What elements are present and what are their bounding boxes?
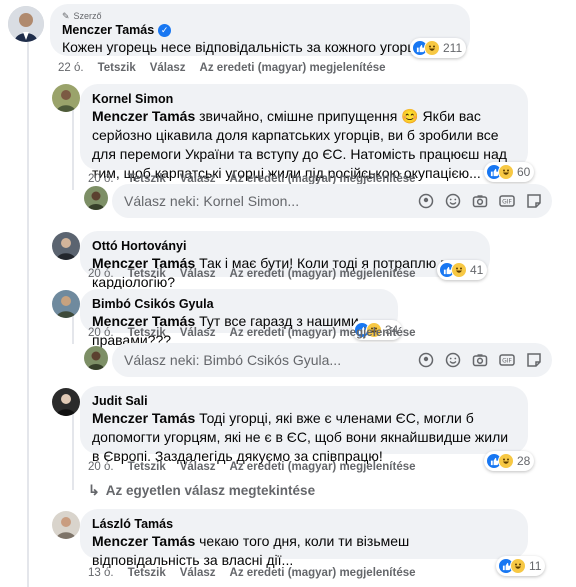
mention-link[interactable]: Menczer Tamás	[92, 108, 195, 124]
reply-author[interactable]: Ottó Hortoványi	[92, 238, 478, 254]
reply-arrow-icon: ↳	[88, 482, 100, 498]
reply-input[interactable]: Válasz neki: Kornel Simon... GIF	[112, 184, 552, 218]
reply-tools: GIF	[418, 352, 542, 368]
show-original-button[interactable]: Az eredeti (magyar) megjelenítése	[200, 62, 386, 74]
show-original-button[interactable]: Az eredeti (magyar) megjelenítése	[230, 461, 416, 473]
reaction-summary[interactable]: 28	[484, 451, 535, 471]
avatar-laszlo[interactable]	[52, 511, 80, 539]
author-pen-icon: ✎	[62, 11, 70, 21]
camera-icon[interactable]	[472, 193, 488, 209]
avatar-judit[interactable]	[52, 388, 80, 416]
thread-line-main	[27, 42, 29, 587]
reply-actions: 20 ó. Tetszik Válasz Az eredeti (magyar)…	[88, 327, 416, 339]
reaction-summary[interactable]: 60	[484, 162, 535, 182]
reply-bubble: Judit Sali Menczer Tamás Тоді угорці, як…	[80, 386, 528, 464]
svg-text:GIF: GIF	[502, 358, 512, 365]
comment-actions-main: 22 ó. Tetszik Válasz Az eredeti (magyar)…	[58, 62, 386, 74]
reaction-count: 28	[517, 454, 531, 468]
reply-button[interactable]: Válasz	[150, 62, 186, 74]
reply-author[interactable]: Bimbó Csikós Gyula	[92, 296, 386, 312]
comment-age[interactable]: 22 ó.	[58, 62, 84, 74]
thread-line-bimbo	[72, 314, 74, 344]
reply-actions: 20 ó. Tetszik Válasz Az eredeti (magyar)…	[88, 461, 416, 473]
like-button[interactable]: Tetszik	[128, 461, 166, 473]
author-tag: Szerző	[73, 11, 102, 21]
emoji-icon[interactable]	[445, 193, 461, 209]
haha-reaction-icon	[498, 164, 514, 180]
thread-line-kornel	[72, 110, 74, 190]
svg-text:GIF: GIF	[502, 199, 512, 206]
reaction-summary[interactable]: 11	[496, 556, 546, 576]
reaction-summary[interactable]: 41	[437, 260, 488, 280]
current-user-avatar	[84, 186, 108, 210]
comment-author[interactable]: Menczer Tamás	[62, 22, 154, 38]
reaction-count: 60	[517, 165, 531, 179]
reaction-count: 211	[443, 41, 463, 55]
reply-input-placeholder: Válasz neki: Kornel Simon...	[124, 193, 300, 209]
haha-reaction-icon	[510, 558, 526, 574]
verified-badge-icon: ✓	[158, 23, 172, 37]
reply-author[interactable]: László Tamás	[92, 516, 516, 532]
show-original-button[interactable]: Az eredeti (magyar) megjelenítése	[230, 567, 416, 579]
like-button[interactable]: Tetszik	[98, 62, 136, 74]
reply-age[interactable]: 13 ó.	[88, 567, 114, 579]
reply-age[interactable]: 20 ó.	[88, 461, 114, 473]
haha-reaction-icon	[451, 262, 467, 278]
haha-reaction-icon	[424, 40, 440, 56]
comment-text: Кожен угорець несе відповідальність за к…	[62, 39, 449, 55]
reply-text: Menczer Tamás звичайно, смішне припущенн…	[92, 107, 516, 183]
reply-age[interactable]: 20 ó.	[88, 268, 114, 280]
reply-button[interactable]: Válasz	[180, 327, 216, 339]
avatar-otto[interactable]	[52, 232, 80, 260]
reply-actions: 20 ó. Tetszik Válasz Az eredeti (magyar)…	[88, 268, 416, 280]
reply-button[interactable]: Válasz	[180, 268, 216, 280]
reply-age[interactable]: 20 ó.	[88, 173, 114, 185]
reply-actions: 13 ó. Tetszik Válasz Az eredeti (magyar)…	[88, 567, 416, 579]
reply-input-placeholder: Válasz neki: Bimbó Csikós Gyula...	[124, 352, 342, 368]
reply-button[interactable]: Válasz	[180, 461, 216, 473]
reply-text: Menczer Tamás Тоді угорці, які вже є чле…	[92, 409, 516, 466]
like-button[interactable]: Tetszik	[128, 567, 166, 579]
thread-line-judit	[72, 410, 74, 490]
view-replies-link[interactable]: ↳ Az egyetlen válasz megtekintése	[88, 482, 315, 499]
avatar-kornel[interactable]	[52, 84, 80, 112]
reaction-summary[interactable]: 211	[410, 38, 467, 58]
reply-button[interactable]: Válasz	[180, 567, 216, 579]
gif-icon[interactable]: GIF	[499, 193, 515, 209]
view-replies-label: Az egyetlen válasz megtekintése	[105, 483, 316, 498]
sticker-icon[interactable]	[526, 352, 542, 368]
show-original-button[interactable]: Az eredeti (magyar) megjelenítése	[230, 327, 416, 339]
avatar-menczer[interactable]	[8, 6, 44, 42]
reply-input[interactable]: Válasz neki: Bimbó Csikós Gyula... GIF	[112, 343, 552, 377]
reply-tools: GIF	[418, 193, 542, 209]
haha-reaction-icon	[498, 453, 514, 469]
camera-icon[interactable]	[472, 352, 488, 368]
reply-author[interactable]: Judit Sali	[92, 393, 516, 409]
avatar-sticker-icon[interactable]	[418, 193, 434, 209]
reaction-count: 41	[470, 263, 484, 277]
mention-link[interactable]: Menczer Tamás	[92, 533, 195, 549]
sticker-icon[interactable]	[526, 193, 542, 209]
avatar-sticker-icon[interactable]	[418, 352, 434, 368]
mention-link[interactable]: Menczer Tamás	[92, 410, 195, 426]
reply-text: Menczer Tamás чекаю того дня, коли ти ві…	[92, 532, 516, 570]
emoji-icon[interactable]	[445, 352, 461, 368]
reply-bubble: László Tamás Menczer Tamás чекаю того дн…	[80, 509, 528, 568]
gif-icon[interactable]: GIF	[499, 352, 515, 368]
reaction-count: 11	[529, 559, 542, 573]
like-button[interactable]: Tetszik	[128, 268, 166, 280]
reply-age[interactable]: 20 ó.	[88, 327, 114, 339]
reply-author[interactable]: Kornel Simon	[92, 91, 516, 107]
current-user-avatar	[84, 346, 108, 370]
reply-bubble: Kornel Simon Menczer Tamás звичайно, смі…	[80, 84, 528, 181]
like-button[interactable]: Tetszik	[128, 327, 166, 339]
show-original-button[interactable]: Az eredeti (magyar) megjelenítése	[230, 268, 416, 280]
avatar-bimbo[interactable]	[52, 290, 80, 318]
comment-bubble-main: ✎ Szerző Menczer Tamás ✓ Кожен угорець н…	[50, 4, 470, 56]
